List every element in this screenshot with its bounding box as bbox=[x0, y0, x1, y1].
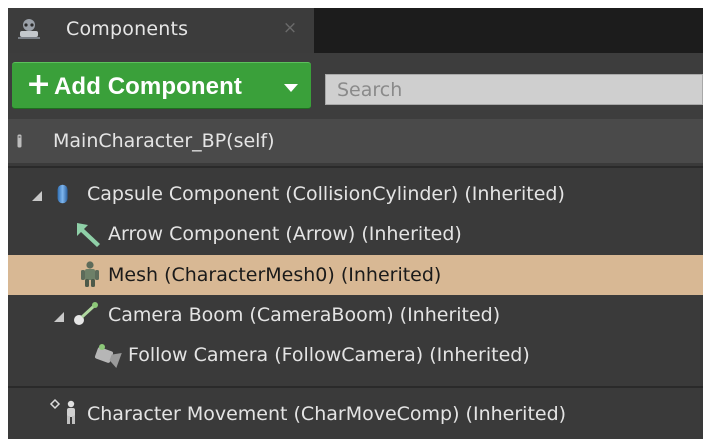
character-self-icon bbox=[17, 134, 22, 148]
tab-strip: Components × bbox=[8, 8, 703, 53]
skeletal-mesh-icon bbox=[81, 261, 99, 287]
camera-icon bbox=[94, 344, 122, 368]
tree-row-arrow-component[interactable]: Arrow Component (Arrow) (Inherited) bbox=[8, 214, 703, 254]
self-row-label: MainCharacter_BP(self) bbox=[53, 130, 275, 152]
search-input[interactable] bbox=[326, 75, 702, 104]
add-component-button[interactable]: + Add Component bbox=[12, 62, 311, 109]
search-box bbox=[325, 74, 703, 105]
tree-row-camera-boom[interactable]: Camera Boom (CameraBoom) (Inherited) bbox=[8, 295, 703, 335]
tree-row-character-movement[interactable]: Character Movement (CharMoveComp) (Inher… bbox=[8, 392, 703, 432]
movement-icon bbox=[49, 398, 75, 424]
divider bbox=[8, 386, 703, 388]
components-icon bbox=[18, 19, 40, 39]
tree-row-capsule-component[interactable]: Capsule Component (CollisionCylinder) (I… bbox=[8, 174, 703, 214]
tab-components[interactable]: Components × bbox=[8, 8, 314, 53]
add-component-label: Add Component bbox=[54, 73, 242, 100]
plus-icon: + bbox=[26, 67, 52, 102]
tree-row-label: Camera Boom (CameraBoom) (Inherited) bbox=[108, 304, 501, 326]
expand-triangle-icon[interactable] bbox=[53, 311, 65, 323]
tree-row-label: Follow Camera (FollowCamera) (Inherited) bbox=[128, 344, 530, 366]
chevron-down-icon bbox=[284, 84, 298, 92]
self-row[interactable]: MainCharacter_BP(self) bbox=[8, 119, 703, 163]
tree-row-mesh[interactable]: Mesh (CharacterMesh0) (Inherited) bbox=[8, 255, 703, 295]
tree-row-label: Arrow Component (Arrow) (Inherited) bbox=[108, 223, 462, 245]
tree-row-follow-camera[interactable]: Follow Camera (FollowCamera) (Inherited) bbox=[8, 335, 703, 375]
tree-row-label: Capsule Component (CollisionCylinder) (I… bbox=[87, 183, 565, 205]
toolbar: + Add Component bbox=[8, 53, 703, 119]
expand-triangle-icon[interactable] bbox=[31, 190, 43, 202]
arrow-icon bbox=[77, 223, 100, 247]
close-icon[interactable]: × bbox=[279, 17, 301, 39]
tree-row-label: Mesh (CharacterMesh0) (Inherited) bbox=[108, 264, 442, 286]
tab-title: Components bbox=[66, 18, 189, 40]
capsule-icon bbox=[57, 184, 68, 204]
tree-row-label: Character Movement (CharMoveComp) (Inher… bbox=[87, 403, 567, 425]
spring-arm-icon bbox=[74, 302, 98, 325]
components-panel: Components × + Add Component MainCharact… bbox=[8, 8, 703, 439]
divider bbox=[8, 166, 703, 168]
